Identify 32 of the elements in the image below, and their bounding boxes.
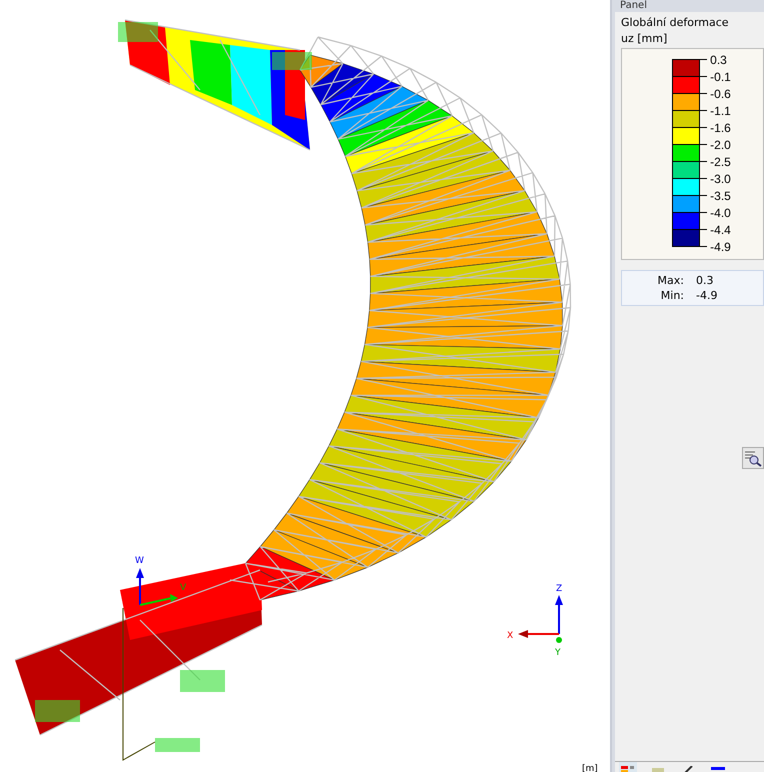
- unit-label: [m]: [582, 764, 598, 772]
- legend-value: -3.5: [710, 188, 731, 202]
- search-button[interactable]: [742, 447, 764, 469]
- legend-icon: [621, 766, 635, 772]
- search-icon: [744, 449, 762, 467]
- local-axes-icon: [136, 568, 178, 606]
- legend-value: -2.5: [710, 154, 731, 168]
- legend-value: -0.1: [710, 70, 731, 84]
- summary-value: -4.9: [696, 288, 718, 303]
- legend-value: -4.9: [710, 240, 731, 254]
- axis-label: X: [507, 631, 514, 641]
- summary-label: Min:: [660, 288, 684, 303]
- legend-value: -4.4: [710, 222, 731, 236]
- summary-label: Max:: [656, 273, 684, 288]
- legend-value: -0.6: [710, 86, 731, 100]
- scale-icon: [651, 766, 665, 772]
- result-title: Globální deformace: [620, 16, 730, 31]
- axis-label: V: [180, 583, 186, 593]
- legend-value: -2.0: [710, 138, 731, 152]
- legend-value: -3.0: [710, 172, 731, 186]
- coordinate-axes-icon: [518, 595, 563, 643]
- axis-label: Y: [555, 648, 560, 658]
- legend-value: 0.3: [710, 52, 727, 66]
- legend-value: -1.6: [710, 120, 731, 134]
- panel-title: Panel: [619, 0, 648, 12]
- legend-value: -4.0: [710, 206, 731, 220]
- quantity-label: uz [mm]: [620, 32, 668, 47]
- axis-label: W: [135, 556, 144, 566]
- summary-value: 0.3: [696, 273, 714, 288]
- axis-label: Z: [556, 584, 562, 594]
- legend-value: -1.1: [710, 104, 731, 118]
- lines-icon: [711, 766, 725, 772]
